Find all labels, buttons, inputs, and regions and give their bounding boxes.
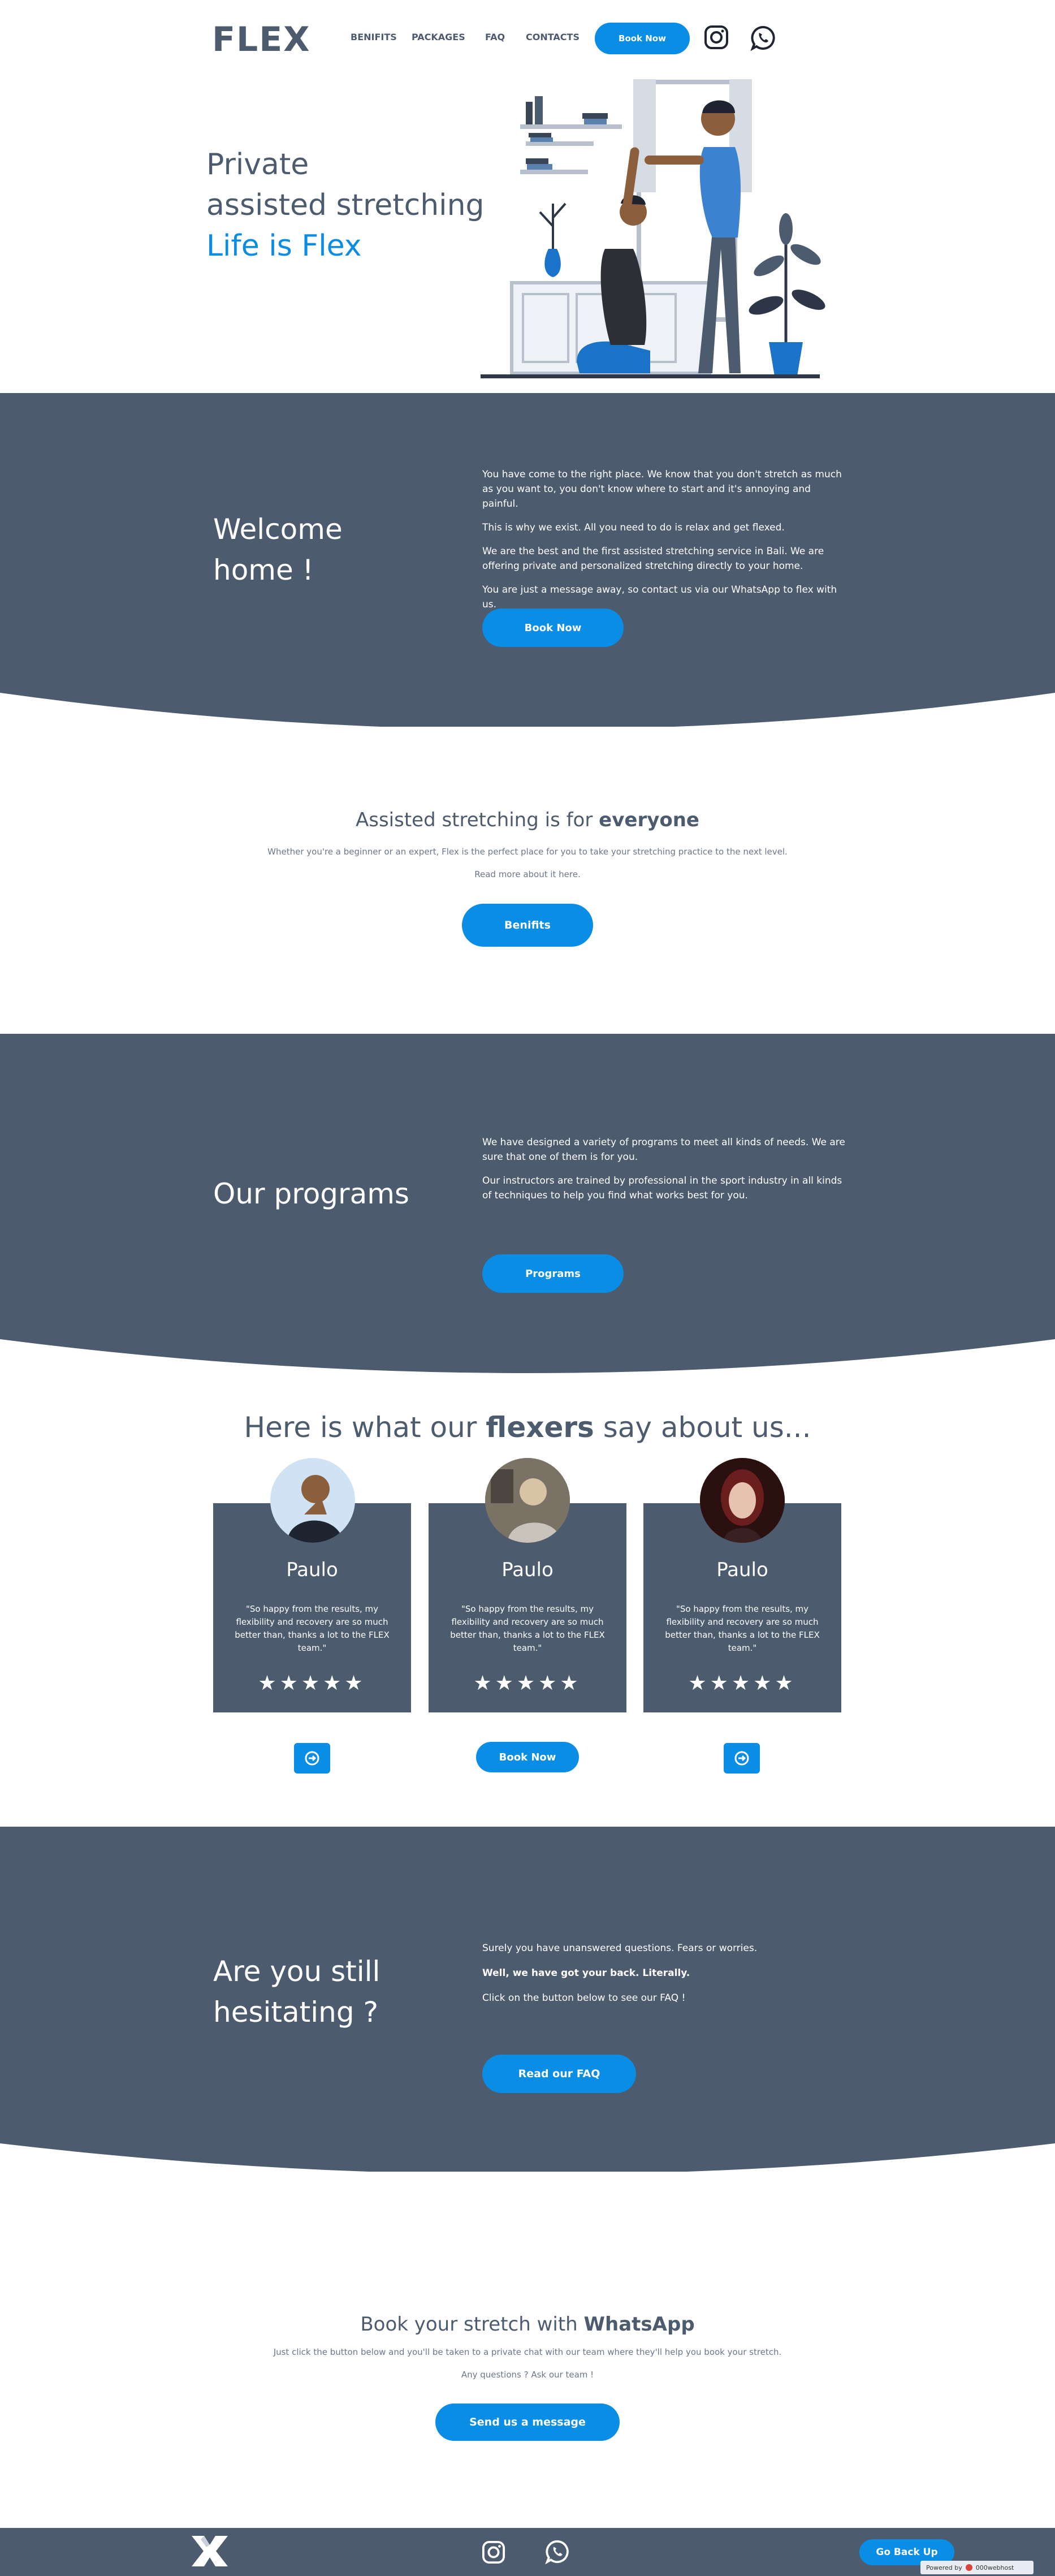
host-logo-icon (965, 2564, 972, 2571)
faq-text: Surely you have unanswered questions. Fe… (482, 1943, 758, 2004)
nav-contacts[interactable]: CONTACTS (526, 32, 580, 42)
everyone-title: Assisted stretching is for everyone (355, 809, 699, 831)
welcome-text: You have come to the right place. We kno… (482, 469, 842, 610)
everyone-read-more: Read more about it here. (474, 869, 581, 879)
benifits-button[interactable]: Benifits (462, 904, 593, 947)
nav-benifits[interactable]: BENIFITS (351, 32, 397, 42)
faq-title: Are you still hesitating ? (213, 1955, 381, 2029)
hosting-badge[interactable]: Powered by 000webhost (920, 2561, 1034, 2574)
testimonials-title: Here is what our flexers say about us... (244, 1411, 811, 1444)
testimonials-book-button[interactable]: Book Now (476, 1742, 579, 1772)
footer-logo-icon[interactable] (189, 2534, 230, 2569)
whatsapp-icon[interactable] (750, 25, 776, 51)
everyone-subtitle: Whether you're a beginner or an expert, … (267, 847, 788, 857)
faq-button[interactable]: Read our FAQ (482, 2055, 636, 2093)
arrow-circle-icon (734, 1751, 749, 1766)
avatar (700, 1458, 785, 1543)
welcome-book-button[interactable]: Book Now (482, 609, 624, 647)
header-book-button[interactable]: Book Now (595, 23, 690, 54)
programs-button[interactable]: Programs (482, 1254, 624, 1293)
whatsapp-question: Any questions ? Ask our team ! (461, 2370, 594, 2380)
next-testimonial-button[interactable] (724, 1743, 760, 1774)
prev-testimonial-button[interactable] (294, 1743, 330, 1774)
arrow-circle-icon (305, 1751, 319, 1766)
whatsapp-subtitle: Just click the button below and you'll b… (273, 2347, 782, 2357)
logo[interactable]: FLEX (212, 20, 310, 59)
avatar (485, 1458, 570, 1543)
rating-stars: ★★★★★ (688, 1672, 797, 1695)
hero-line-2: assisted stretching (206, 188, 485, 222)
hero-illustration (481, 79, 825, 378)
nav-faq[interactable]: FAQ (485, 32, 505, 42)
programs-text: We have designed a variety of programs t… (482, 1137, 845, 1201)
hero-line-1: Private (206, 148, 309, 182)
instagram-icon[interactable] (704, 25, 729, 50)
whatsapp-title: Book your stretch with WhatsApp (360, 2313, 695, 2336)
programs-section-bg (0, 1034, 1055, 1373)
rating-stars: ★★★★★ (258, 1672, 366, 1695)
rating-stars: ★★★★★ (473, 1672, 582, 1695)
programs-title: Our programs (213, 1177, 409, 1210)
welcome-title: Welcome home ! (213, 513, 343, 586)
hero-heading: Private assisted stretching Life is Flex (206, 144, 485, 266)
hero-line-3: Life is Flex (206, 229, 362, 263)
footer-instagram-icon[interactable] (482, 2540, 505, 2564)
avatar (270, 1458, 355, 1543)
send-message-button[interactable]: Send us a message (435, 2404, 620, 2441)
footer-whatsapp-icon[interactable] (545, 2539, 570, 2564)
nav-packages[interactable]: PACKAGES (412, 32, 465, 42)
